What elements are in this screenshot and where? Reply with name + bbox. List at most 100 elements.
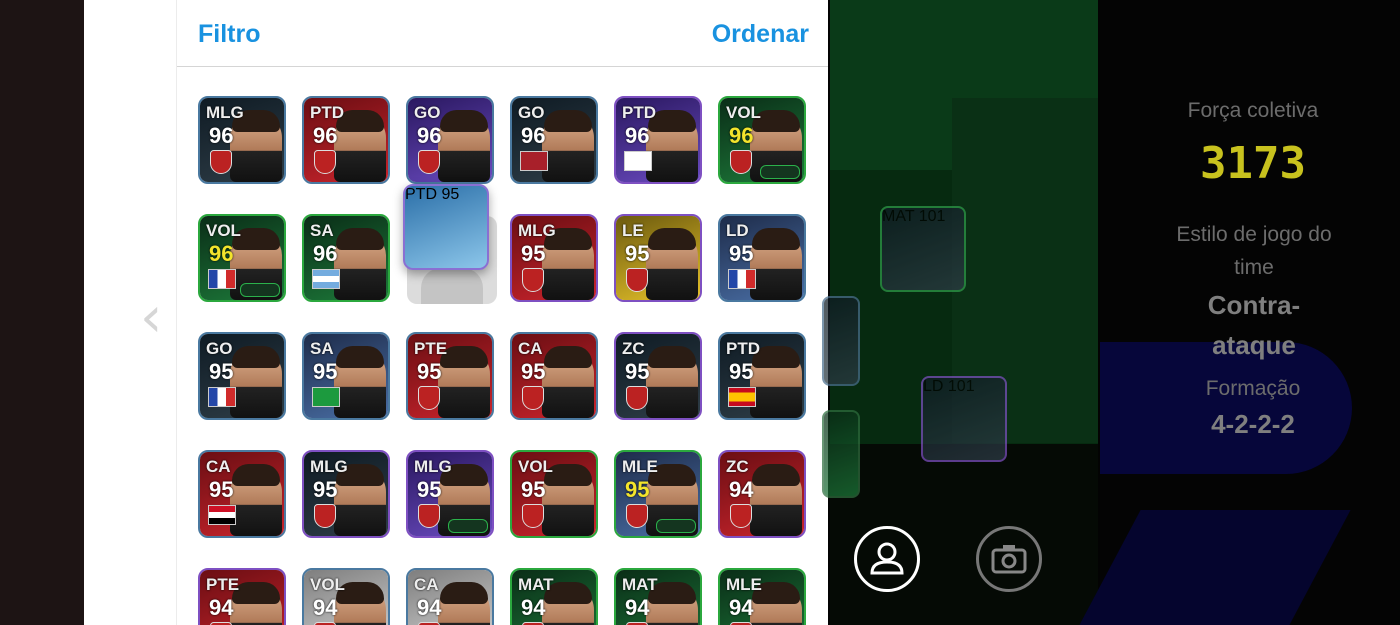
player-card[interactable]: CA 95 [198,450,286,538]
player-list-panel: Filtro Ordenar MLG 96 PTD 96 GO 96 GO 96 PTD 96 VO… [176,0,829,625]
player-position: MAT [882,208,915,225]
team-stats-panel: Força coletiva 3173 Estilo de jogo do ti… [1079,0,1400,625]
player-card[interactable]: SA 96 [302,214,390,302]
player-rating: 95 [313,359,338,384]
player-card[interactable]: LD 95 [718,214,806,302]
play-style-label: Estilo de jogo do time [1176,223,1332,279]
player-position: MLG [310,457,348,476]
player-rating: 96 [521,123,546,148]
card-tag-icon [656,519,696,533]
flag-icon [208,505,236,525]
club-crest-icon [626,268,648,292]
team-strength-label: Força coletiva [1187,99,1319,122]
player-card[interactable]: MLG 95 [302,450,390,538]
player-card[interactable]: LE 95 [614,214,702,302]
pitch-player-card-partial[interactable] [822,410,860,498]
player-card[interactable]: VOL 96 [198,214,286,302]
player-card[interactable]: SA 95 [302,332,390,420]
player-position: PTD [310,103,344,122]
club-crest-icon [730,504,752,528]
player-card[interactable]: GO 96 [510,96,598,184]
player-position: GO [518,103,545,122]
player-position: VOL [726,103,761,122]
player-position: SA [310,339,334,358]
club-crest-icon [522,386,544,410]
flag-icon [728,269,756,289]
club-crest-icon [314,150,336,174]
player-rating: 95 [729,241,754,266]
player-position: PTD [405,186,437,203]
player-rating: 95 [729,359,754,384]
player-position: SA [310,221,334,240]
dragging-player-card[interactable]: PTD 95 [403,184,489,270]
player-position: MAT [518,575,554,594]
player-card[interactable]: VOL 94 [302,568,390,625]
player-card[interactable]: ZC 94 [718,450,806,538]
player-rating: 95 [209,477,234,502]
player-rating: 94 [729,595,754,620]
player-rating: 95 [625,477,650,502]
player-rating: 95 [625,241,650,266]
player-card[interactable]: MAT 94 [510,568,598,625]
player-rating: 94 [313,595,338,620]
player-position: CA [206,457,231,476]
pitch-player-card-partial[interactable] [822,296,860,386]
player-rating: 94 [625,595,650,620]
club-crest-icon [522,268,544,292]
card-tag-icon [448,519,488,533]
player-rating: 96 [729,123,754,148]
player-card[interactable]: PTE 95 [406,332,494,420]
player-rating: 95 [417,359,442,384]
player-card[interactable]: CA 95 [510,332,598,420]
player-view-button[interactable] [854,526,920,592]
pitch-player-card-ld[interactable]: LD 101 [921,376,1007,462]
player-position: MLG [206,103,244,122]
player-card[interactable]: ZC 95 [614,332,702,420]
player-position: MAT [622,575,658,594]
player-position: ZC [622,339,645,358]
player-position: PTD [622,103,656,122]
player-card[interactable]: PTD 96 [614,96,702,184]
player-position: MLE [622,457,658,476]
player-rating: 96 [417,123,442,148]
player-card[interactable]: MLE 94 [718,568,806,625]
player-card[interactable]: MLG 95 [406,450,494,538]
player-position: MLG [414,457,452,476]
club-crest-icon [626,386,648,410]
chevron-left-icon[interactable]: ‹ [140,288,170,348]
player-card[interactable]: MLG 96 [198,96,286,184]
player-card[interactable]: PTD 95 [718,332,806,420]
player-position: VOL [518,457,553,476]
player-card[interactable]: MLG 95 [510,214,598,302]
player-position: LD [726,221,749,240]
player-rating: 96 [209,241,234,266]
flag-icon [312,387,340,407]
flag-icon [728,387,756,407]
player-card[interactable]: VOL 95 [510,450,598,538]
player-position: ZC [726,457,749,476]
team-strength-value: 3173 [1200,138,1306,189]
player-card[interactable]: PTE 94 [198,568,286,625]
player-rating: 95 [313,477,338,502]
player-card[interactable]: CA 94 [406,568,494,625]
player-rating: 94 [729,477,754,502]
flag-icon [624,151,652,171]
card-tag-icon [760,165,800,179]
flag-icon [520,151,548,171]
flag-icon [312,269,340,289]
player-card[interactable]: VOL 96 [718,96,806,184]
player-rating: 95 [625,359,650,384]
player-card[interactable]: GO 95 [198,332,286,420]
player-card[interactable]: MLE 95 [614,450,702,538]
player-rating: 96 [625,123,650,148]
camera-button[interactable] [976,526,1042,592]
player-position: MLG [518,221,556,240]
player-rating: 96 [313,123,338,148]
pitch-player-card-mat[interactable]: MAT 101 [880,206,966,292]
formation-label: Formação [1205,377,1301,400]
player-card[interactable]: GO 96 [406,96,494,184]
player-grid: MLG 96 PTD 96 GO 96 GO 96 PTD 96 VOL 96 VOL 96 SA 96 MLG… [177,0,829,625]
player-card[interactable]: PTD 96 [302,96,390,184]
player-card[interactable]: MAT 94 [614,568,702,625]
camera-icon [991,545,1027,574]
